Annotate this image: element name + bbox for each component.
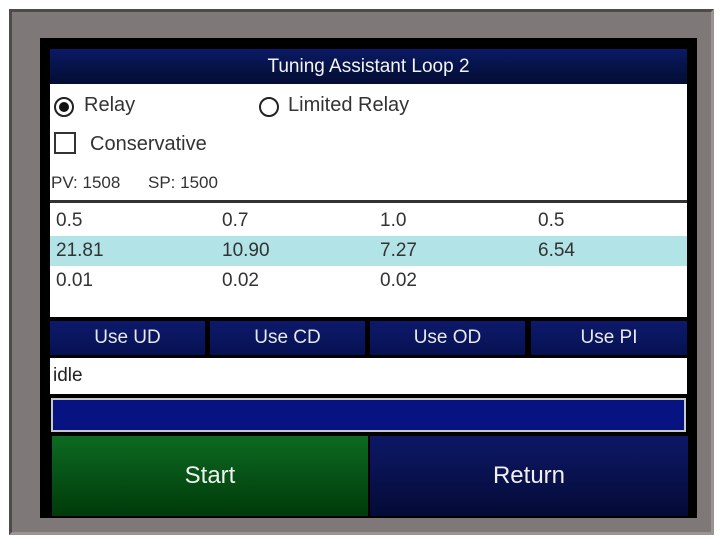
status-field: idle	[50, 358, 687, 394]
relay-radio[interactable]	[54, 97, 74, 117]
conservative-label[interactable]: Conservative	[90, 133, 207, 156]
sp-readout: SP: 1500	[148, 173, 218, 192]
table-cell: 0.02	[222, 270, 259, 291]
tuning-table: 0.5 0.7 1.0 0.5 21.81 10.90 7.27 6.54 0.…	[50, 203, 687, 317]
table-row-highlighted: 21.81 10.90 7.27 6.54	[50, 236, 687, 266]
table-cell: 10.90	[222, 240, 270, 261]
return-button[interactable]: Return	[370, 436, 688, 516]
options-panel: Relay Limited Relay Conservative PV: 150…	[50, 84, 687, 200]
start-button[interactable]: Start	[52, 436, 368, 516]
table-row: 0.5 0.7 1.0 0.5	[50, 206, 687, 236]
table-cell: 0.5	[56, 210, 83, 231]
relay-label[interactable]: Relay	[84, 94, 135, 117]
progress-bar	[51, 398, 686, 432]
use-ud-button[interactable]: Use UD	[50, 321, 205, 355]
conservative-checkbox[interactable]	[54, 132, 76, 154]
table-cell: 7.27	[380, 240, 417, 261]
table-cell: 0.5	[538, 210, 565, 231]
use-od-button[interactable]: Use OD	[370, 321, 525, 355]
table-cell: 1.0	[380, 210, 407, 231]
limited-relay-label[interactable]: Limited Relay	[288, 94, 409, 117]
limited-relay-radio[interactable]	[259, 97, 279, 117]
table-cell: 0.7	[222, 210, 249, 231]
table-row: 0.01 0.02 0.02	[50, 266, 687, 296]
page-title: Tuning Assistant Loop 2	[50, 49, 687, 84]
table-cell: 0.02	[380, 270, 417, 291]
table-cell: 6.54	[538, 240, 575, 261]
use-buttons-row: Use UD Use CD Use OD Use PI	[50, 321, 687, 355]
table-cell: 0.01	[56, 270, 93, 291]
use-cd-button[interactable]: Use CD	[210, 321, 365, 355]
pv-readout: PV: 1508	[51, 173, 121, 192]
use-pi-button[interactable]: Use PI	[531, 321, 687, 355]
table-cell: 21.81	[56, 240, 104, 261]
relay-radio-dot	[59, 102, 69, 112]
